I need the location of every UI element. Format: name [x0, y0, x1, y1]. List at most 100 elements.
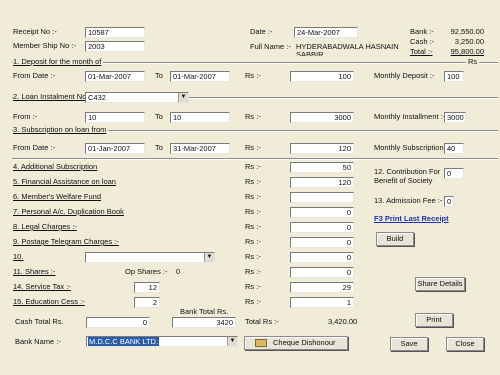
- close-button[interactable]: Close: [446, 337, 484, 351]
- date-label: Date :-: [250, 27, 273, 36]
- s3-from-date[interactable]: 01-Jan-2007: [85, 143, 145, 154]
- chevron-down-icon[interactable]: ▼: [178, 93, 188, 102]
- monthly-subscription-label: Monthly Subscription :-: [374, 143, 451, 152]
- member-no-field[interactable]: 2003: [85, 41, 145, 52]
- s2-rs-label: Rs :-: [245, 112, 261, 121]
- monthly-installment-field[interactable]: 3000: [444, 112, 466, 123]
- legal-charges-field[interactable]: 0: [290, 222, 354, 233]
- full-name-value-line2: SABBIR: [296, 50, 324, 56]
- rs-column-header: Rs: [466, 57, 480, 67]
- item-label-financial-assistance: 5. Financial Assistance on loan: [13, 177, 116, 186]
- total-balance-label: Total :-: [410, 47, 433, 56]
- s3-from-label: From Date :-: [13, 143, 56, 152]
- monthly-deposit-label: Monthly Deposit :-: [374, 71, 435, 80]
- s1-from-date[interactable]: 01-Mar-2007: [85, 71, 145, 82]
- monthly-deposit-field[interactable]: 100: [444, 71, 464, 82]
- s3-amount[interactable]: 120: [290, 143, 354, 154]
- bank-name-value: M.D.C.C BANK LTD.: [88, 337, 160, 346]
- s2-from-label: From :-: [13, 112, 38, 121]
- postage-charges-field[interactable]: 0: [290, 237, 354, 248]
- s1-to-date[interactable]: 01-Mar-2007: [170, 71, 230, 82]
- welfare-fund-field[interactable]: [290, 192, 354, 203]
- s3-rs-label: Rs :-: [245, 143, 261, 152]
- contribution-label-line2: Benefit of Society: [374, 176, 433, 185]
- total-rs-label: Total Rs :-: [245, 317, 279, 326]
- section2-title: 2. Loan Instalment No: [13, 92, 89, 102]
- date-field[interactable]: 24-Mar-2007: [294, 27, 358, 38]
- rs-label: Rs :-: [245, 252, 261, 261]
- bank-name-label: Bank Name :-: [15, 337, 61, 346]
- item-label-duplication-book: 7. Personal A/c. Duplication Book: [13, 207, 124, 216]
- op-shares-label: Op Shares :-: [125, 267, 168, 276]
- receipt-no-field[interactable]: 10587: [85, 27, 145, 38]
- full-name-label: Full Name :-: [250, 42, 291, 51]
- share-details-button[interactable]: Share Details: [415, 277, 465, 291]
- item-label-10: 10.: [13, 252, 24, 261]
- s2-amount[interactable]: 3000: [290, 112, 354, 123]
- rs-label: Rs :-: [245, 192, 261, 201]
- education-cess-rate-field[interactable]: 2: [134, 297, 160, 308]
- total-balance-value: 95,800.00: [450, 47, 484, 56]
- s1-from-label: From Date :-: [13, 71, 56, 80]
- chevron-down-icon[interactable]: ▼: [227, 337, 237, 346]
- bank-total-field[interactable]: 3420: [172, 317, 236, 328]
- rs-label: Rs :-: [245, 162, 261, 171]
- service-tax-field[interactable]: 29: [290, 282, 354, 293]
- print-button[interactable]: Print: [415, 313, 453, 327]
- divider: [12, 158, 498, 160]
- total-rs-value: 3,420.00: [328, 317, 358, 326]
- section3-title: 3. Subscription on loan from: [13, 125, 109, 135]
- additional-subscription-field[interactable]: 50: [290, 162, 354, 173]
- admission-fee-field[interactable]: 0: [444, 196, 454, 207]
- monthly-subscription-field[interactable]: 40: [444, 143, 464, 154]
- rs-label: Rs :-: [245, 207, 261, 216]
- bank-name-select[interactable]: M.D.C.C BANK LTD. ▼: [86, 336, 238, 347]
- op-shares-value: 0: [176, 267, 181, 276]
- s2-from[interactable]: 10: [85, 112, 145, 123]
- cash-balance-label: Cash :-: [410, 37, 435, 46]
- rs-label: Rs :-: [245, 237, 261, 246]
- s1-rs-label: Rs :-: [245, 71, 261, 80]
- cash-total-field[interactable]: 0: [86, 317, 150, 328]
- cash-balance-value: 3,250.00: [454, 37, 484, 46]
- cash-total-label: Cash Total Rs.: [15, 317, 64, 326]
- item-10-select[interactable]: ▼: [85, 252, 215, 263]
- s2-to[interactable]: 10: [170, 112, 230, 123]
- education-cess-field[interactable]: 1: [290, 297, 354, 308]
- item-label-postage-charges: 9. Postage Telegram Charges :-: [13, 237, 119, 246]
- financial-assistance-field[interactable]: 120: [290, 177, 354, 188]
- s1-to-label: To: [155, 71, 163, 80]
- rs-label: Rs :-: [245, 297, 261, 306]
- item-label-welfare-fund: 6. Member's Welfare Fund: [13, 192, 101, 201]
- s2-to-label: To: [155, 112, 163, 121]
- print-last-receipt-link[interactable]: F3 Print Last Receipt: [374, 214, 449, 224]
- item-label-additional-subscription: 4. Additional Subscription: [13, 162, 98, 171]
- contribution-field[interactable]: 0: [444, 168, 464, 179]
- bank-balance-value: 92,550.00: [450, 27, 484, 36]
- build-button[interactable]: Build: [376, 232, 414, 246]
- cheque-dishonour-label: Cheque Dishonour: [273, 338, 336, 347]
- rs-label: Rs :-: [245, 177, 261, 186]
- receipt-label: Receipt No :-: [13, 27, 57, 36]
- duplication-book-field[interactable]: 0: [290, 207, 354, 218]
- s3-to-date[interactable]: 31-Mar-2007: [170, 143, 230, 154]
- member-label: Member Ship No :-: [13, 41, 76, 50]
- bank-total-label: Bank Total Rs.: [180, 307, 229, 316]
- admission-fee-label: 13. Admission Fee :-: [374, 196, 443, 205]
- item-10-field[interactable]: 0: [290, 252, 354, 263]
- s1-amount[interactable]: 100: [290, 71, 354, 82]
- loan-instalment-select[interactable]: C432 ▼: [85, 92, 189, 103]
- rs-label: Rs :-: [245, 282, 261, 291]
- cheque-dishonour-button[interactable]: Cheque Dishonour: [244, 336, 348, 350]
- shares-field[interactable]: 0: [290, 267, 354, 278]
- item-label-legal-charges: 8. Legal Charges :-: [13, 222, 77, 231]
- service-tax-rate-field[interactable]: 12: [134, 282, 160, 293]
- cheque-icon: [255, 339, 267, 347]
- loan-instalment-value: C432: [88, 93, 106, 102]
- s3-to-label: To: [155, 143, 163, 152]
- save-button[interactable]: Save: [390, 337, 428, 351]
- item-label-education-cess: 15. Education Cess :-: [13, 297, 85, 306]
- monthly-installment-label: Monthly Installment :-: [374, 112, 446, 121]
- rs-label: Rs :-: [245, 267, 261, 276]
- chevron-down-icon[interactable]: ▼: [204, 253, 214, 262]
